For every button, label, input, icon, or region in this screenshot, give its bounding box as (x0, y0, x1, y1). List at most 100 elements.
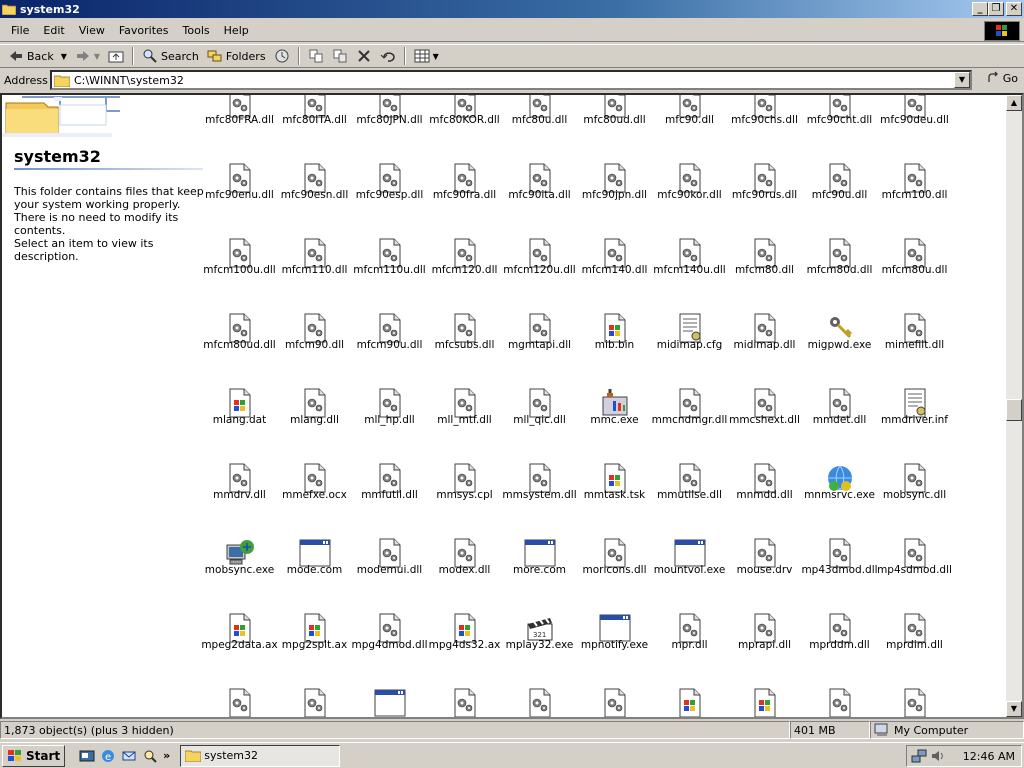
file-item[interactable]: mfcm80ud.dll (202, 312, 277, 382)
file-item[interactable]: mp43dmod.dll (801, 537, 878, 607)
scroll-up-button[interactable]: ▲ (1006, 95, 1022, 111)
file-item[interactable]: mfc90chs.dll (727, 95, 802, 157)
start-button[interactable]: Start (2, 744, 66, 767)
file-item[interactable] (202, 687, 277, 717)
scroll-down-button[interactable]: ▼ (1006, 701, 1022, 717)
file-item[interactable]: mfc90ita.dll (502, 162, 577, 232)
file-item[interactable]: mfc80u.dll (502, 95, 577, 157)
file-item[interactable]: mmfutil.dll (352, 462, 427, 532)
file-item[interactable]: mnmdd.dll (727, 462, 802, 532)
file-item[interactable]: mobsync.dll (877, 462, 952, 532)
file-item[interactable]: mib.bin (577, 312, 652, 382)
file-item[interactable]: mmc.exe (577, 387, 652, 457)
file-item[interactable]: modemui.dll (352, 537, 427, 607)
file-item[interactable]: mprdim.dll (877, 612, 952, 682)
scroll-thumb[interactable] (1006, 399, 1022, 421)
file-item[interactable] (577, 687, 652, 717)
file-item[interactable]: mfc90jpn.dll (577, 162, 652, 232)
folders-button[interactable]: Folders (203, 46, 270, 66)
file-item[interactable]: mpnotify.exe (577, 612, 652, 682)
file-item[interactable]: mfc90u.dll (802, 162, 877, 232)
file-item[interactable]: mfcm90u.dll (352, 312, 427, 382)
file-item[interactable]: mpg2splt.ax (277, 612, 352, 682)
address-field[interactable]: C:\WINNT\system32 ▼ (50, 70, 972, 90)
taskbar-button-system32[interactable]: system32 (180, 744, 341, 767)
file-item[interactable]: mmdet.dll (802, 387, 877, 457)
file-item[interactable]: mfc90cht.dll (802, 95, 877, 157)
menu-view[interactable]: View (72, 22, 112, 39)
volume-tray-icon[interactable] (930, 748, 946, 764)
file-item[interactable]: more.com (502, 537, 577, 607)
file-item[interactable]: mpeg2data.ax (201, 612, 278, 682)
file-item[interactable] (277, 687, 352, 717)
file-item[interactable]: mpg4ds32.ax (427, 612, 502, 682)
menu-file[interactable]: File (4, 22, 36, 39)
file-item[interactable]: mfc90.dll (652, 95, 727, 157)
file-item[interactable]: midimap.dll (727, 312, 802, 382)
internet-explorer-icon[interactable]: e (100, 748, 116, 764)
file-item[interactable]: mmsystem.dll (502, 462, 577, 532)
file-item[interactable]: mfcm100u.dll (202, 237, 277, 307)
file-item[interactable]: mfc90deu.dll (877, 95, 952, 157)
copy-to-button[interactable] (328, 46, 352, 66)
file-item[interactable]: mlang.dll (277, 387, 352, 457)
file-item[interactable]: mfc90rus.dll (727, 162, 802, 232)
file-item[interactable]: mfc80JPN.dll (352, 95, 427, 157)
clock[interactable]: 12:46 AM (963, 750, 1015, 763)
file-item[interactable]: mobsync.exe (202, 537, 277, 607)
menu-tools[interactable]: Tools (176, 22, 217, 39)
undo-button[interactable] (376, 46, 400, 66)
minimize-button[interactable]: _ (972, 2, 988, 16)
menu-favorites[interactable]: Favorites (112, 22, 176, 39)
restore-button[interactable]: ❐ (988, 2, 1004, 16)
file-item[interactable]: mpr.dll (652, 612, 727, 682)
address-dropdown-button[interactable]: ▼ (954, 72, 970, 88)
file-item[interactable]: mmcshext.dll (727, 387, 802, 457)
file-item[interactable]: mfc80ITA.dll (277, 95, 352, 157)
file-item[interactable]: mfc90fra.dll (427, 162, 502, 232)
search-icon[interactable] (142, 748, 158, 764)
delete-button[interactable] (352, 46, 376, 66)
back-dropdown-icon[interactable]: ▼ (61, 52, 67, 61)
file-item[interactable]: mfcsubs.dll (427, 312, 502, 382)
file-item[interactable]: mfc80FRA.dll (202, 95, 277, 157)
file-item[interactable]: mmdrv.dll (202, 462, 277, 532)
move-to-button[interactable] (304, 46, 328, 66)
file-item[interactable]: mfcm80d.dll (802, 237, 877, 307)
file-item[interactable]: mfcm80.dll (727, 237, 802, 307)
show-desktop-icon[interactable] (79, 748, 95, 764)
file-item[interactable]: mmtask.tsk (577, 462, 652, 532)
file-item[interactable] (877, 687, 952, 717)
file-item[interactable]: mimefilt.dll (877, 312, 952, 382)
file-item[interactable]: mnmsrvc.exe (802, 462, 877, 532)
file-item[interactable]: mountvol.exe (652, 537, 727, 607)
file-item[interactable]: mfcm110u.dll (352, 237, 427, 307)
file-item[interactable]: mgmtapi.dll (502, 312, 577, 382)
file-item[interactable]: modex.dll (427, 537, 502, 607)
file-item[interactable]: 321 mplay32.exe (502, 612, 577, 682)
outlook-express-icon[interactable] (121, 748, 137, 764)
up-button[interactable] (104, 46, 128, 66)
file-item[interactable] (802, 687, 877, 717)
go-button[interactable]: Go (986, 71, 1018, 85)
file-item[interactable]: mprddm.dll (802, 612, 877, 682)
views-button[interactable]: ▼ (410, 46, 443, 66)
file-item[interactable]: mll_hp.dll (352, 387, 427, 457)
file-item[interactable]: mmutilse.dll (652, 462, 727, 532)
quick-launch-more-icon[interactable]: » (163, 749, 170, 762)
vertical-scrollbar[interactable]: ▲ ▼ (1006, 95, 1022, 717)
file-item[interactable]: mlang.dat (202, 387, 277, 457)
file-item[interactable]: mmefxe.ocx (277, 462, 352, 532)
forward-button[interactable]: ▼ (71, 46, 104, 66)
file-item[interactable]: moricons.dll (577, 537, 652, 607)
search-button[interactable]: Search (138, 46, 203, 66)
file-item[interactable]: mprapi.dll (727, 612, 802, 682)
file-item[interactable]: mll_qic.dll (502, 387, 577, 457)
file-item[interactable]: mmdriver.inf (877, 387, 952, 457)
file-item[interactable] (727, 687, 802, 717)
file-item[interactable] (427, 687, 502, 717)
menu-edit[interactable]: Edit (36, 22, 71, 39)
title-bar[interactable]: system32 _ ❐ ✕ (0, 0, 1024, 18)
forward-dropdown-icon[interactable]: ▼ (94, 52, 100, 61)
file-item[interactable]: mp4sdmod.dll (877, 537, 952, 607)
